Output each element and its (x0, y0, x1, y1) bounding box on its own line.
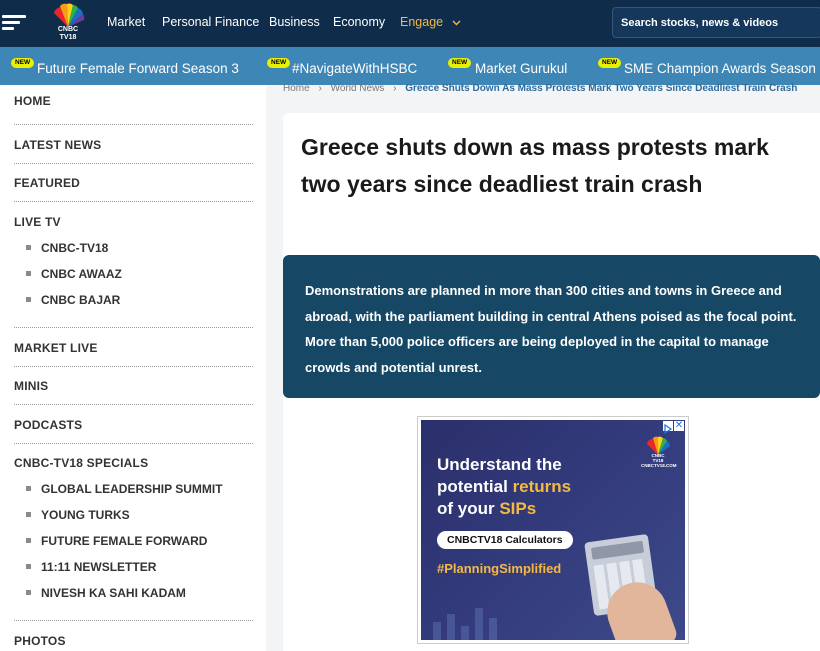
new-badge: NEW (11, 58, 35, 68)
ad-logo-url: CNBCTV18.COM (641, 463, 677, 468)
divider (14, 201, 253, 202)
new-badge: NEW (598, 58, 622, 68)
sidebar-subitem-1111-newsletter[interactable]: 11:11 NEWSLETTER (26, 560, 156, 574)
sidebar-item-specials[interactable]: CNBC-TV18 SPECIALS (14, 456, 148, 470)
sidebar-menu: HOME LATEST NEWS FEATURED LIVE TV CNBC-T… (0, 85, 266, 651)
sidebar-item-home[interactable]: HOME (14, 94, 51, 108)
ticker-item[interactable]: SME Champion Awards Season 3 (624, 61, 820, 76)
bullet-icon (26, 590, 31, 596)
sidebar-subitem-global-leadership-summit[interactable]: GLOBAL LEADERSHIP SUMMIT (26, 482, 223, 496)
breadcrumb-section[interactable]: World News (331, 83, 385, 94)
bullet-icon (26, 538, 31, 544)
sidebar-subitem-young-turks[interactable]: YOUNG TURKS (26, 508, 130, 522)
ad-calculators-pill: CNBCTV18 Calculators (437, 531, 573, 549)
sidebar-subitem-future-female-forward[interactable]: FUTURE FEMALE FORWARD (26, 534, 207, 548)
ad-logo-text: CNBC TV18 CNBCTV18.COM (641, 453, 677, 468)
divider (14, 366, 253, 367)
article-headline: Greece shuts down as mass protests mark … (301, 134, 769, 197)
ticker-item[interactable]: Future Female Forward Season 3 (37, 61, 239, 76)
advertisement[interactable]: Understand the potential returns of your… (417, 416, 689, 644)
bullet-icon (26, 271, 31, 277)
sidebar-subitem-label: GLOBAL LEADERSHIP SUMMIT (41, 482, 223, 496)
sidebar-item-minis[interactable]: MINIS (14, 379, 48, 393)
cnbc-tv18-logo[interactable]: CNBC TV18 (46, 3, 90, 43)
breadcrumb-home[interactable]: Home (283, 83, 310, 94)
sidebar-subitem-label: CNBC AWAAZ (41, 267, 122, 281)
sidebar-subitem-cnbc-tv18[interactable]: CNBC-TV18 (26, 241, 108, 255)
bullet-icon (26, 297, 31, 303)
featured-ticker: NEW Future Female Forward Season 3 NEW #… (0, 47, 820, 85)
sidebar-subitem-label: CNBC BAJAR (41, 293, 121, 307)
ad-hashtag: #PlanningSimplified (437, 561, 562, 576)
sidebar-subitem-nivesh-ka-sahi-kadam[interactable]: NIVESH KA SAHI KADAM (26, 586, 186, 600)
ticker-item[interactable]: #NavigateWithHSBC (292, 61, 417, 76)
sidebar-item-live-tv[interactable]: LIVE TV (14, 215, 61, 229)
sidebar-item-market-live[interactable]: MARKET LIVE (14, 341, 98, 355)
ad-line1: Understand the (437, 455, 562, 474)
logo-line1: CNBC (57, 26, 79, 33)
nav-economy[interactable]: Economy (333, 15, 385, 29)
ad-creative[interactable]: Understand the potential returns of your… (421, 420, 685, 640)
breadcrumb: Home › World News › Greece Shuts Down As… (283, 83, 797, 94)
article-summary-box: Demonstrations are planned in more than … (283, 255, 820, 398)
divider (14, 163, 253, 164)
ad-line3a: of your (437, 499, 500, 518)
nav-market[interactable]: Market (107, 15, 145, 29)
ad-line3b: SIPs (499, 499, 537, 518)
sidebar-item-photos[interactable]: PHOTOS (14, 634, 66, 648)
sidebar-subitem-label: CNBC-TV18 (41, 241, 109, 255)
chevron-right-icon: › (318, 83, 322, 94)
bullet-icon (26, 486, 31, 492)
ad-line2b: returns (512, 477, 572, 496)
divider (14, 443, 253, 444)
article-card: Greece shuts down as mass protests mark … (283, 113, 820, 651)
close-icon[interactable]: ✕ (674, 421, 684, 431)
nav-business[interactable]: Business (269, 15, 320, 29)
nav-engage-label: Engage (400, 15, 444, 29)
divider (14, 620, 253, 621)
ad-line2a: potential (437, 477, 513, 496)
chevron-down-icon (452, 20, 461, 26)
new-badge: NEW (448, 58, 472, 68)
sidebar-subitem-label: 11:11 NEWSLETTER (41, 560, 157, 574)
nav-personal-finance[interactable]: Personal Finance (162, 15, 259, 29)
bullet-icon (26, 245, 31, 251)
bullet-icon (26, 564, 31, 570)
bullet-icon (26, 512, 31, 518)
ad-choices-icon[interactable] (663, 421, 673, 435)
chevron-right-icon: › (393, 83, 397, 94)
article-summary: Demonstrations are planned in more than … (305, 283, 797, 375)
sidebar-subitem-label: FUTURE FEMALE FORWARD (41, 534, 208, 548)
logo-line2: TV18 (59, 34, 77, 41)
divider (14, 124, 253, 125)
divider (14, 404, 253, 405)
top-nav-bar: CNBC TV18 Market Personal Finance Busine… (0, 0, 820, 47)
sidebar-subitem-cnbc-awaaz[interactable]: CNBC AWAAZ (26, 267, 122, 281)
sidebar-item-podcasts[interactable]: PODCASTS (14, 418, 82, 432)
search-box (612, 7, 820, 38)
nav-engage[interactable]: Engage (400, 15, 461, 29)
ad-headline: Understand the potential returns of your… (437, 454, 571, 520)
sidebar-subitem-label: NIVESH KA SAHI KADAM (41, 586, 186, 600)
hamburger-menu-icon[interactable] (0, 8, 28, 36)
divider (14, 327, 253, 328)
sidebar-item-latest-news[interactable]: LATEST NEWS (14, 138, 101, 152)
sidebar-item-featured[interactable]: FEATURED (14, 176, 80, 190)
sidebar-subitem-label: YOUNG TURKS (41, 508, 130, 522)
new-badge: NEW (267, 58, 291, 68)
sidebar-subitem-cnbc-bajar[interactable]: CNBC BAJAR (26, 293, 120, 307)
chart-decoration-icon (433, 608, 497, 640)
breadcrumb-current: Greece Shuts Down As Mass Protests Mark … (405, 83, 798, 94)
search-input[interactable] (621, 14, 816, 32)
ticker-item[interactable]: Market Gurukul (475, 61, 567, 76)
